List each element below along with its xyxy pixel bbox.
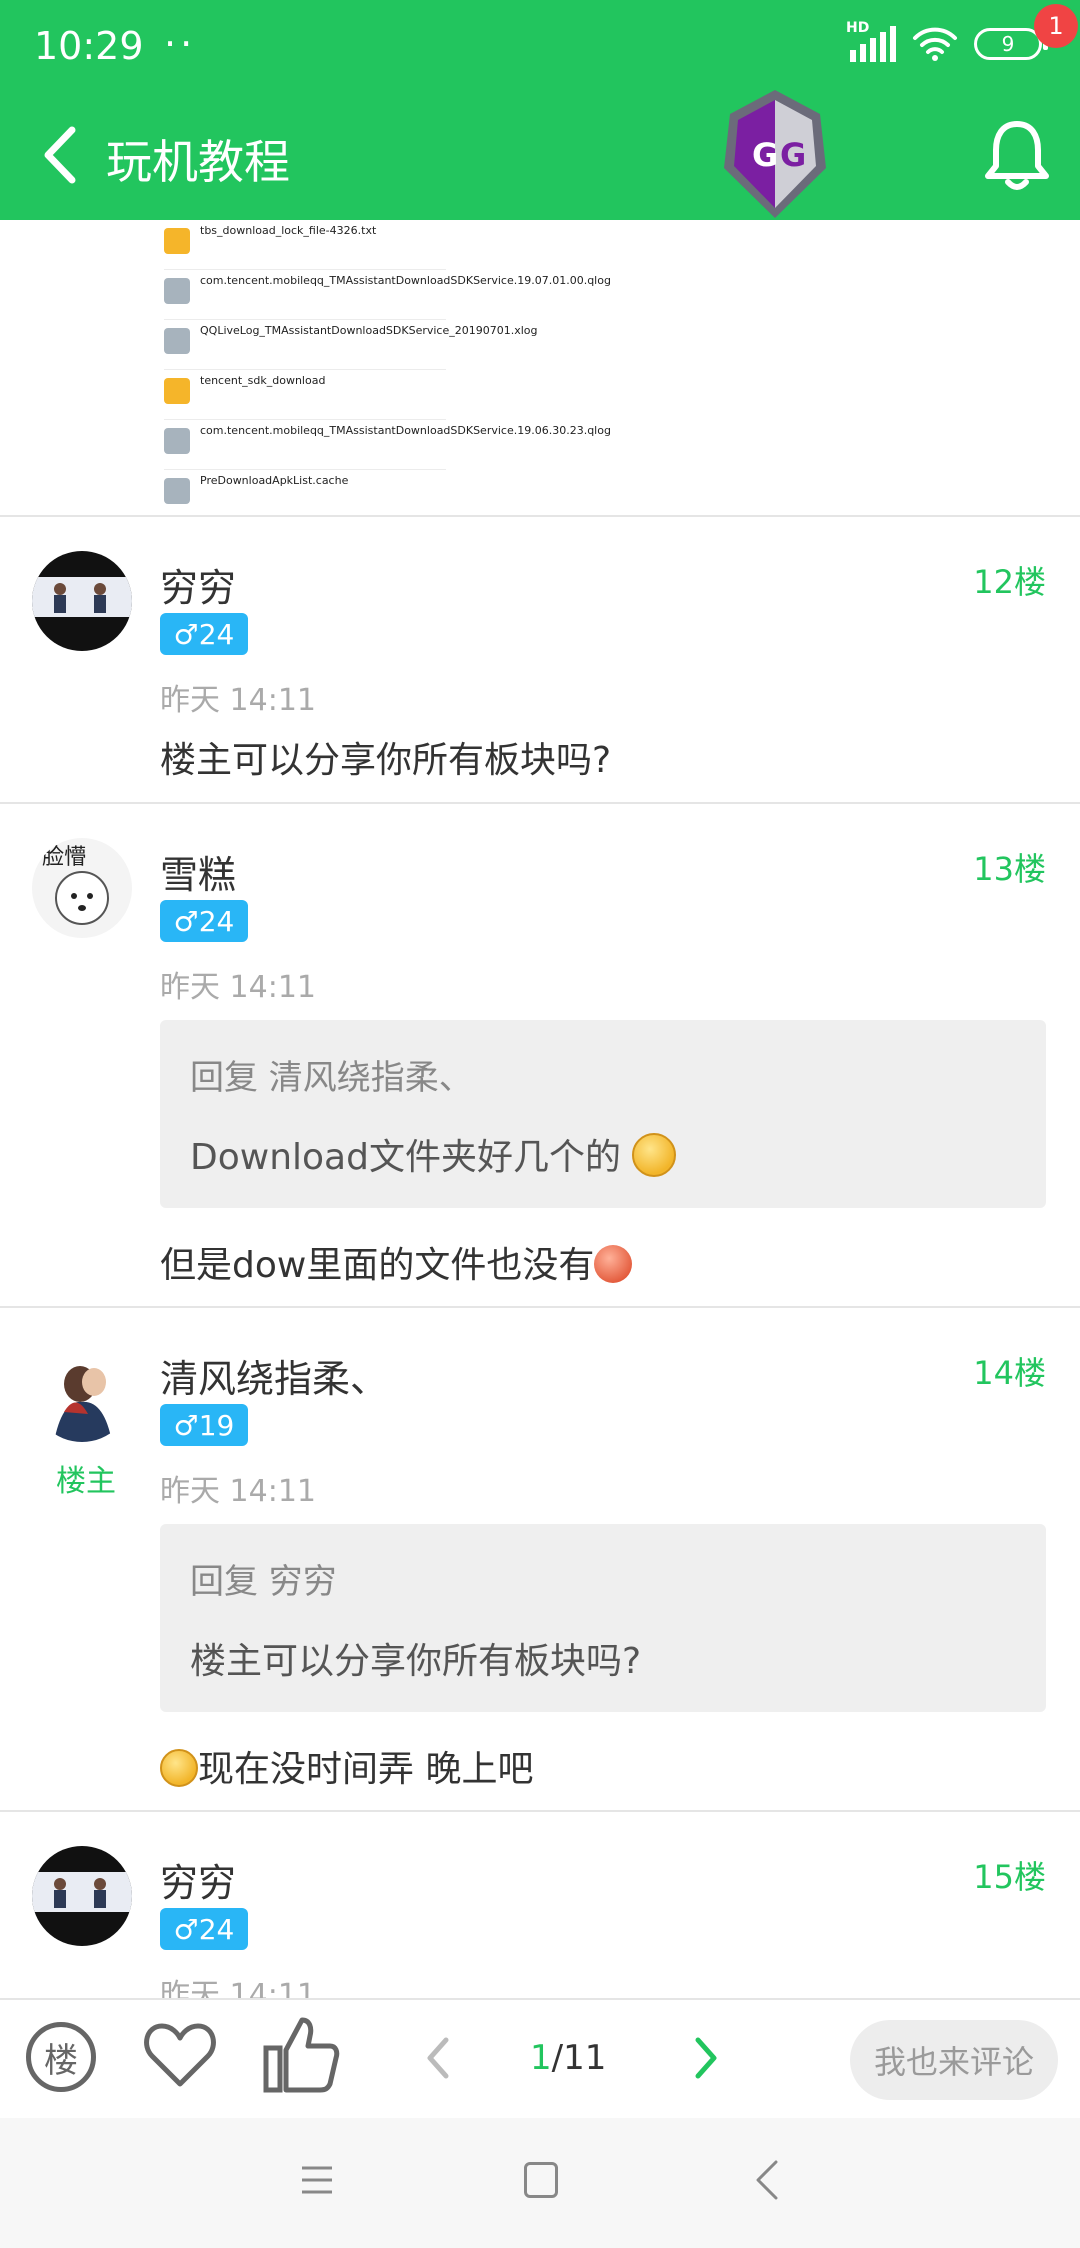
file-icon <box>164 428 190 454</box>
file-name: QQLiveLog_TMAssistantDownloadSDKService_… <box>200 324 538 337</box>
status-dots: ·· <box>164 22 197 66</box>
status-icons: HD 9 <box>846 20 1048 62</box>
username[interactable]: 雪糕 <box>160 844 236 899</box>
system-back-icon[interactable] <box>752 2158 782 2202</box>
next-page-icon[interactable] <box>686 2028 726 2088</box>
gender-age-badge: ♂24 <box>160 1908 248 1950</box>
file-name: PreDownloadApkList.cache <box>200 474 349 487</box>
svg-text:G: G <box>752 136 778 174</box>
file-icon <box>164 278 190 304</box>
smile-emoji-icon <box>160 1749 198 1787</box>
svg-text:脸懵: 脸懵 <box>42 845 86 870</box>
file-name: tbs_download_lock_file-4326.txt <box>200 224 377 237</box>
list-item: com.tencent.mobileqq_TMAssistantDownload… <box>164 420 611 470</box>
list-item: tencent_sdk_download <box>164 370 446 420</box>
quote-header: 回复 清风绕指柔、 <box>190 1058 473 1098</box>
comment-text: 但是dow里面的文件也没有 <box>160 1236 633 1288</box>
avatar[interactable] <box>32 551 132 651</box>
battery-level: 9 <box>1001 32 1015 56</box>
notification-badge: 1 <box>1034 4 1078 48</box>
jump-floor-button[interactable]: 楼 <box>26 2022 96 2092</box>
comment-text: 楼主可以分享你所有板块吗? <box>160 740 612 781</box>
avatar[interactable]: 脸懵 <box>32 838 132 938</box>
total-pages: /11 <box>551 2038 607 2078</box>
favorite-heart-icon[interactable] <box>142 2018 218 2090</box>
folder-icon <box>164 378 190 404</box>
comment-text: 现在没时间弄 晚上吧 <box>160 1740 533 1792</box>
post-time: 昨天 14:11 <box>160 1978 316 1998</box>
floor-number: 13楼 <box>973 850 1046 888</box>
current-page: 1 <box>530 2038 552 2078</box>
avatar[interactable] <box>32 1846 132 1946</box>
file-name: tencent_sdk_download <box>200 374 326 387</box>
app-header: 10:29 ·· HD 9 玩机教程 G G 1 <box>0 0 1080 220</box>
file-icon <box>164 478 190 504</box>
smile-emoji-icon <box>632 1133 677 1177</box>
signal-icon: HD <box>846 20 896 62</box>
post-time: 昨天 14:11 <box>160 970 316 1005</box>
gameguardian-logo: G G <box>724 90 826 218</box>
post-time: 昨天 14:11 <box>160 1474 316 1509</box>
floor-icon-label: 楼 <box>44 2040 78 2081</box>
comment-item: 脸懵 雪糕 13楼 ♂24 昨天 14:11 回复 清风绕指柔、 Downloa… <box>0 804 1080 1306</box>
post-time: 昨天 14:11 <box>160 683 316 718</box>
list-item: PreDownloadApkList.cache <box>164 470 446 515</box>
comment-item: 楼主 清风绕指柔、 14楼 ♂19 昨天 14:11 回复 穷穷 楼主可以分享你… <box>0 1308 1080 1810</box>
gender-age-badge: ♂24 <box>160 900 248 942</box>
bottom-action-bar: 楼 1/11 我也来评论 <box>0 1998 1080 2118</box>
avatar[interactable] <box>32 1342 132 1442</box>
file-name: com.tencent.mobileqq_TMAssistantDownload… <box>200 274 611 287</box>
comment-item: 穷穷 12楼 ♂24 昨天 14:11 楼主可以分享你所有板块吗? <box>0 517 1080 802</box>
prev-page-icon[interactable] <box>418 2028 458 2088</box>
floor-number: 14楼 <box>973 1354 1046 1392</box>
list-item: tbs_download_lock_file-4326.txt <box>164 220 446 270</box>
file-name: com.tencent.mobileqq_TMAssistantDownload… <box>200 424 611 437</box>
back-arrow-icon[interactable] <box>36 120 86 190</box>
gender-age-badge: ♂19 <box>160 1404 248 1446</box>
post-image[interactable]: tbs_download_lock_file-4326.txt com.tenc… <box>0 220 1080 515</box>
home-square-icon[interactable] <box>524 2162 558 2198</box>
owner-badge: 楼主 <box>56 1464 116 1499</box>
folder-icon <box>164 228 190 254</box>
quoted-reply[interactable]: 回复 穷穷 楼主可以分享你所有板块吗? <box>160 1524 1046 1712</box>
list-item: com.tencent.mobileqq_TMAssistantDownload… <box>164 270 611 320</box>
floor-number: 15楼 <box>973 1858 1046 1896</box>
hd-label: HD <box>846 20 870 36</box>
username[interactable]: 清风绕指柔、 <box>160 1348 388 1403</box>
system-navigation-bar <box>0 2118 1080 2248</box>
comment-item: 穷穷 15楼 ♂24 昨天 14:11 <box>0 1812 1080 1998</box>
username[interactable]: 穷穷 <box>160 1852 236 1907</box>
notification-bell-icon[interactable] <box>982 116 1052 192</box>
list-item: QQLiveLog_TMAssistantDownloadSDKService_… <box>164 320 538 370</box>
file-icon <box>164 328 190 354</box>
angry-emoji-icon <box>594 1245 633 1283</box>
status-time: 10:29 <box>34 24 144 68</box>
gender-age-badge: ♂24 <box>160 613 248 655</box>
quote-header: 回复 穷穷 <box>190 1562 337 1602</box>
svg-text:G: G <box>780 136 806 174</box>
quote-text: Download文件夹好几个的 <box>190 1128 677 1180</box>
menu-icon[interactable] <box>300 2162 334 2198</box>
nav-bar: 玩机教程 G G <box>0 90 1080 220</box>
status-bar: 10:29 ·· HD 9 <box>0 0 1080 96</box>
wifi-icon <box>913 27 957 61</box>
page-indicator: 1/11 <box>530 2038 606 2078</box>
quoted-reply[interactable]: 回复 清风绕指柔、 Download文件夹好几个的 <box>160 1020 1046 1208</box>
username[interactable]: 穷穷 <box>160 557 236 612</box>
like-thumb-icon[interactable] <box>262 2014 340 2094</box>
comment-input-button[interactable]: 我也来评论 <box>850 2020 1058 2100</box>
battery-icon: 9 <box>974 28 1048 60</box>
file-list-screenshot: tbs_download_lock_file-4326.txt com.tenc… <box>164 220 611 515</box>
quote-text: 楼主可以分享你所有板块吗? <box>190 1641 642 1682</box>
floor-number: 12楼 <box>973 563 1046 601</box>
comment-placeholder: 我也来评论 <box>873 2043 1034 2081</box>
page-title: 玩机教程 <box>106 135 290 189</box>
